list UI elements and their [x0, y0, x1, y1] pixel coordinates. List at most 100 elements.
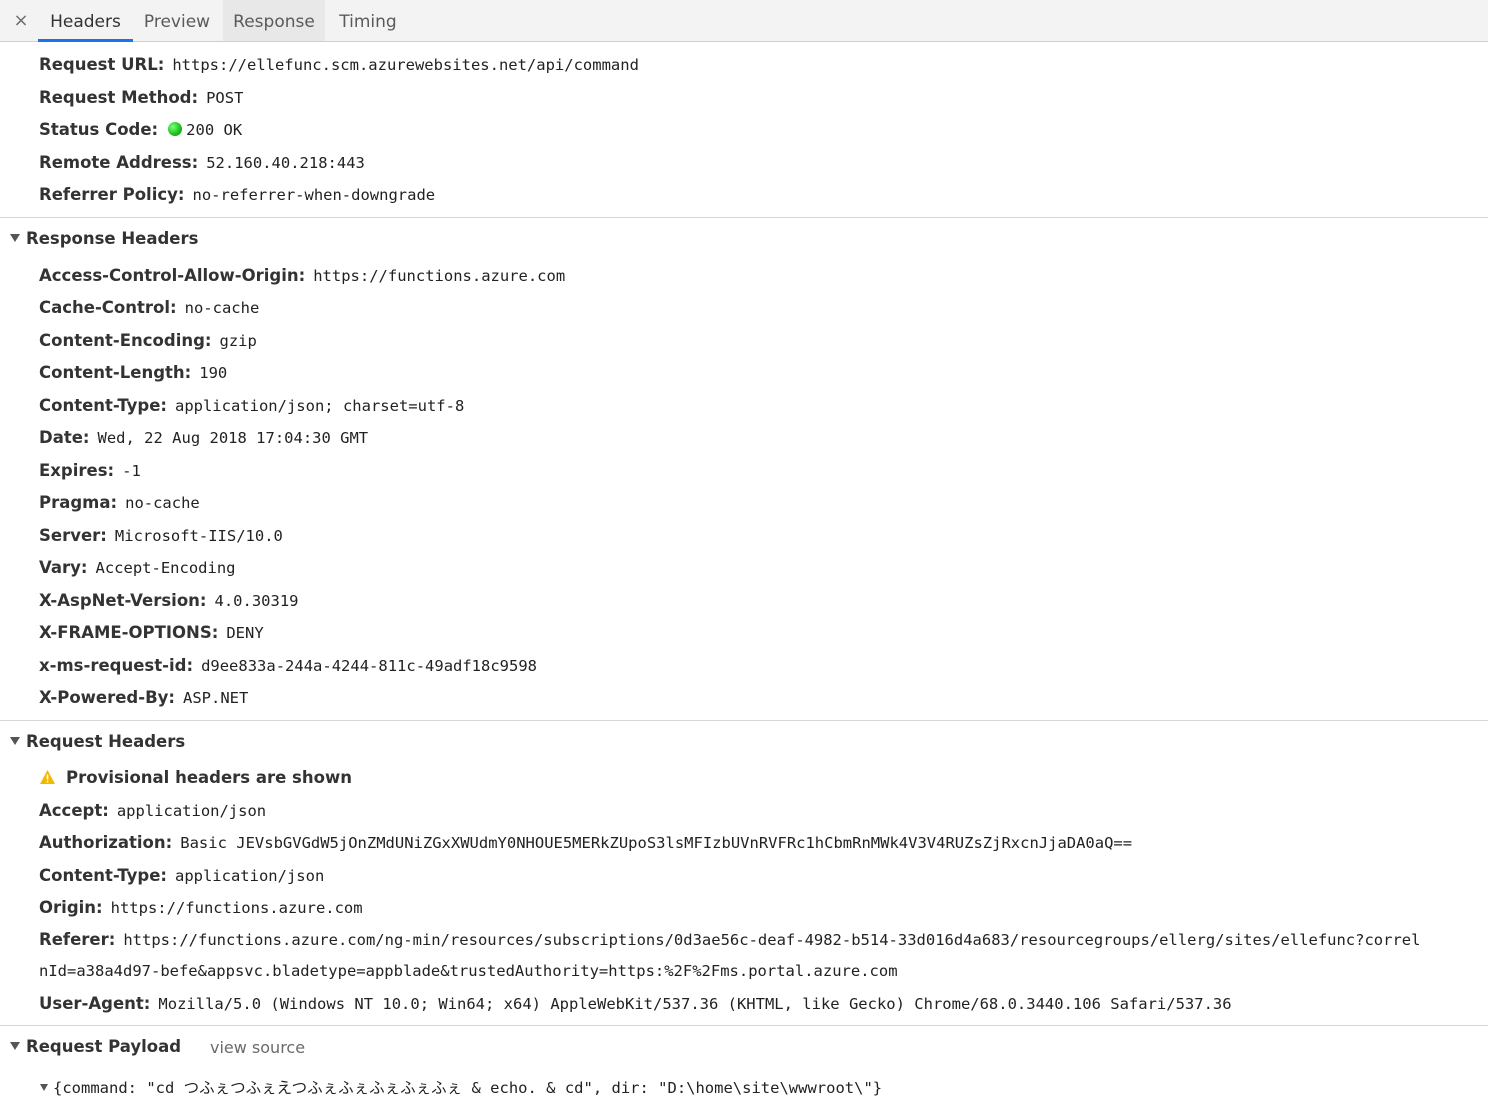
header-value[interactable]: https://functions.azure.com — [111, 899, 363, 917]
header-value[interactable]: https://functions.azure.com — [313, 267, 565, 285]
triangle-down-icon — [40, 1084, 48, 1091]
tab-timing[interactable]: Timing — [327, 0, 409, 41]
tab-bar: × Headers Preview Response Timing — [0, 0, 1488, 42]
response-header-row: Content-Encoding: gzip — [39, 330, 257, 352]
header-value[interactable]: Accept-Encoding — [96, 559, 236, 577]
warning-text: Provisional headers are shown — [66, 768, 352, 787]
header-key: Pragma: — [39, 493, 118, 512]
request-header-accept: Accept: application/json — [39, 800, 266, 822]
header-value[interactable]: Wed, 22 Aug 2018 17:04:30 GMT — [98, 429, 369, 447]
request-header-origin: Origin: https://functions.azure.com — [39, 897, 363, 919]
header-key: Date: — [39, 428, 90, 447]
header-value[interactable]: d9ee833a-244a-4244-811c-49adf18c9598 — [201, 657, 537, 675]
header-value[interactable]: ASP.NET — [183, 689, 248, 707]
header-key: Cache-Control: — [39, 298, 177, 317]
general-request-url: Request URL: https://ellefunc.scm.azurewe… — [39, 54, 639, 76]
header-key: Content-Length: — [39, 363, 192, 382]
general-status-code: Status Code: 200 OK — [39, 119, 242, 141]
response-header-row: Access-Control-Allow-Origin: https://func… — [39, 265, 565, 287]
response-header-row: Content-Type: application/json; charset=u… — [39, 395, 464, 417]
request-header-content-type: Content-Type: application/json — [39, 865, 324, 887]
header-key: Request URL: — [39, 55, 165, 74]
header-value[interactable]: application/json — [117, 802, 266, 820]
payload-text: {command: "cd つふぇつふぇえつふぇふぇふぇふぇふぇ & echo.… — [53, 1079, 883, 1097]
header-key: X-Powered-By: — [39, 688, 176, 707]
response-header-row: Server: Microsoft-IIS/10.0 — [39, 525, 283, 547]
header-value[interactable]: no-cache — [125, 494, 200, 512]
tab-response[interactable]: Response — [223, 0, 325, 41]
header-value[interactable]: 52.160.40.218:443 — [206, 154, 365, 172]
payload-object[interactable]: {command: "cd つふぇつふぇえつふぇふぇふぇふぇふぇ & echo.… — [40, 1076, 882, 1098]
general-remote-address: Remote Address: 52.160.40.218:443 — [39, 152, 365, 174]
header-key: Expires: — [39, 461, 115, 480]
header-key: Vary: — [39, 558, 88, 577]
response-header-row: Date: Wed, 22 Aug 2018 17:04:30 GMT — [39, 427, 368, 449]
header-value[interactable]: Mozilla/5.0 (Windows NT 10.0; Win64; x64… — [158, 995, 1231, 1013]
header-key: Accept: — [39, 801, 109, 820]
header-value[interactable]: gzip — [220, 332, 257, 350]
request-header-authorization: Authorization: Basic JEVsbGVGdW5jOnZMdUNi… — [39, 832, 1132, 854]
header-key: Referer: — [39, 930, 116, 949]
request-headers-toggle[interactable]: Request Headers — [10, 732, 185, 751]
response-header-row: Content-Length: 190 — [39, 362, 227, 384]
header-value[interactable]: Basic JEVsbGVGdW5jOnZMdUNiZGxXWUdmY0NHOU… — [180, 834, 1132, 852]
view-source-link[interactable]: view source — [210, 1038, 305, 1057]
triangle-down-icon — [10, 737, 20, 745]
close-icon[interactable]: × — [8, 8, 34, 34]
headers-panel: Request URL: https://ellefunc.scm.azurewe… — [0, 43, 1488, 1101]
header-value[interactable]: application/json; charset=utf-8 — [175, 397, 464, 415]
header-key: Access-Control-Allow-Origin: — [39, 266, 306, 285]
header-key: Referrer Policy: — [39, 185, 185, 204]
tab-preview[interactable]: Preview — [133, 0, 221, 41]
header-key: Origin: — [39, 898, 103, 917]
header-value[interactable]: https://functions.azure.com/ng-min/resou… — [123, 931, 1420, 949]
header-key: Content-Type: — [39, 866, 167, 885]
header-value[interactable]: 200 OK — [186, 121, 242, 139]
response-header-row: Expires: -1 — [39, 460, 141, 482]
section-divider — [0, 217, 1488, 218]
request-header-referer: Referer: https://functions.azure.com/ng-m… — [39, 929, 1420, 951]
general-request-method: Request Method: POST — [39, 87, 243, 109]
section-divider — [0, 1025, 1488, 1026]
request-payload-toggle[interactable]: Request Payload — [10, 1037, 181, 1056]
general-referrer-policy: Referrer Policy: no-referrer-when-downgra… — [39, 184, 435, 206]
header-key: Authorization: — [39, 833, 173, 852]
header-value[interactable]: application/json — [175, 867, 324, 885]
header-key: Content-Type: — [39, 396, 167, 415]
response-headers-toggle[interactable]: Response Headers — [10, 229, 198, 248]
header-key: User-Agent: — [39, 994, 151, 1013]
request-header-user-agent: User-Agent: Mozilla/5.0 (Windows NT 10.0;… — [39, 993, 1232, 1015]
header-value[interactable]: https://ellefunc.scm.azurewebsites.net/a… — [172, 56, 639, 74]
header-key: Status Code: — [39, 120, 159, 139]
tab-headers[interactable]: Headers — [38, 0, 133, 42]
header-value[interactable]: DENY — [226, 624, 263, 642]
header-value[interactable]: no-referrer-when-downgrade — [193, 186, 436, 204]
section-divider — [0, 720, 1488, 721]
header-value[interactable]: 190 — [199, 364, 227, 382]
header-value[interactable]: nId=a38a4d97-befe&appsvc.bladetype=appbl… — [39, 962, 898, 980]
status-dot-icon — [168, 122, 183, 136]
header-key: Remote Address: — [39, 153, 199, 172]
header-key: x-ms-request-id: — [39, 656, 194, 675]
header-key: Content-Encoding: — [39, 331, 212, 350]
response-header-row: Vary: Accept-Encoding — [39, 557, 235, 579]
request-header-referer-cont: nId=a38a4d97-befe&appsvc.bladetype=appbl… — [39, 960, 898, 982]
header-value[interactable]: 4.0.30319 — [215, 592, 299, 610]
header-value[interactable]: no-cache — [185, 299, 260, 317]
response-header-row: Pragma: no-cache — [39, 492, 200, 514]
header-value[interactable]: Microsoft-IIS/10.0 — [115, 527, 283, 545]
section-title: Response Headers — [26, 229, 199, 248]
provisional-warning: Provisional headers are shown — [39, 767, 352, 789]
triangle-down-icon — [10, 234, 20, 242]
response-header-row: X-FRAME-OPTIONS: DENY — [39, 622, 264, 644]
response-header-row: Cache-Control: no-cache — [39, 297, 259, 319]
header-key: X-AspNet-Version: — [39, 591, 207, 610]
header-value[interactable]: POST — [206, 89, 243, 107]
header-value[interactable]: -1 — [122, 462, 141, 480]
header-key: Request Method: — [39, 88, 199, 107]
section-title: Request Headers — [26, 732, 186, 751]
section-title: Request Payload — [26, 1037, 182, 1056]
response-header-row: x-ms-request-id: d9ee833a-244a-4244-811c-… — [39, 655, 537, 677]
header-key: X-FRAME-OPTIONS: — [39, 623, 219, 642]
response-header-row: X-Powered-By: ASP.NET — [39, 687, 248, 709]
